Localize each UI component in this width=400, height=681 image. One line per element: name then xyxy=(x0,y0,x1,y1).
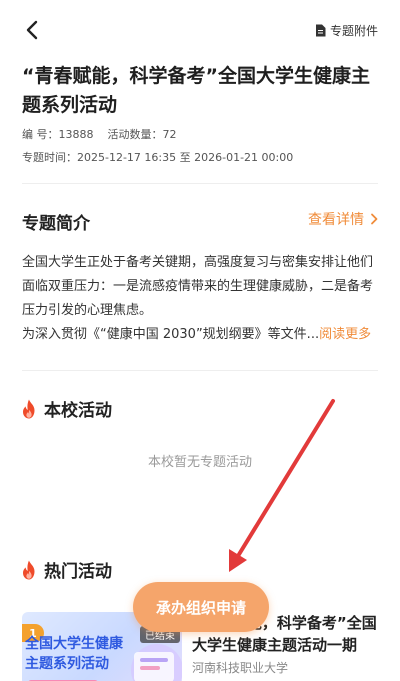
chevron-left-icon xyxy=(26,20,38,40)
school-activities-title: 本校活动 xyxy=(20,396,112,421)
top-bar: 专题附件 xyxy=(0,0,400,60)
apply-organizer-button[interactable]: 承办组织申请 xyxy=(133,582,269,632)
fire-icon xyxy=(23,399,35,418)
page-title: “青春赋能，科学备考”全国大学生健康主题系列活动 xyxy=(22,65,370,116)
intro-paragraph-2: 为深入贯彻《“健康中国 2030”规划纲要》等文件... xyxy=(22,327,320,342)
number-info: 编 号：13888 xyxy=(22,128,94,141)
view-detail-label: 查看详情 xyxy=(308,212,364,228)
time-info: 专题时间：2025-12-17 16:35 至 2026-01-21 00:00 xyxy=(22,151,294,164)
read-more-link[interactable]: 阅读更多 xyxy=(319,327,371,342)
meta-row-number: 编 号：13888 活动数量：72 xyxy=(22,126,177,142)
meta-row-time: 专题时间：2025-12-17 16:35 至 2026-01-21 00:00 xyxy=(22,149,293,165)
thumbnail-text: 全国大学生健康主题系列活动 xyxy=(25,636,123,672)
intro-paragraph: 全国大学生正处于备考关键期，高强度复习与密集安排让他们面临双重压力：一是流感疫情… xyxy=(22,255,374,318)
attachment-label: 专题附件 xyxy=(329,23,378,38)
empty-state-text: 本校暂无专题活动 xyxy=(147,455,252,470)
intro-text: 全国大学生正处于备考关键期，高强度复习与密集安排让他们面临双重压力：一是流感疫情… xyxy=(22,251,378,347)
chevron-right-icon xyxy=(371,213,378,225)
document-icon xyxy=(315,24,326,36)
divider xyxy=(22,183,378,184)
fire-icon xyxy=(23,560,35,579)
hot-activities-title: 热门活动 xyxy=(20,557,112,582)
topic-detail-page: 专题附件 “青春赋能，科学备考”全国大学生健康主题系列活动 编 号：13888 … xyxy=(0,0,400,681)
intro-section-title: 专题简介 xyxy=(22,214,90,234)
activity-organizer: 河南科技职业大学 xyxy=(192,661,289,675)
hot-activities-label: 热门活动 xyxy=(44,562,112,582)
view-detail-link[interactable]: 查看详情 xyxy=(308,209,378,229)
divider xyxy=(22,370,378,371)
count-info: 活动数量：72 xyxy=(107,128,177,141)
attachment-button[interactable]: 专题附件 xyxy=(315,20,378,40)
school-activities-label: 本校活动 xyxy=(44,401,112,421)
back-button[interactable] xyxy=(18,16,46,44)
